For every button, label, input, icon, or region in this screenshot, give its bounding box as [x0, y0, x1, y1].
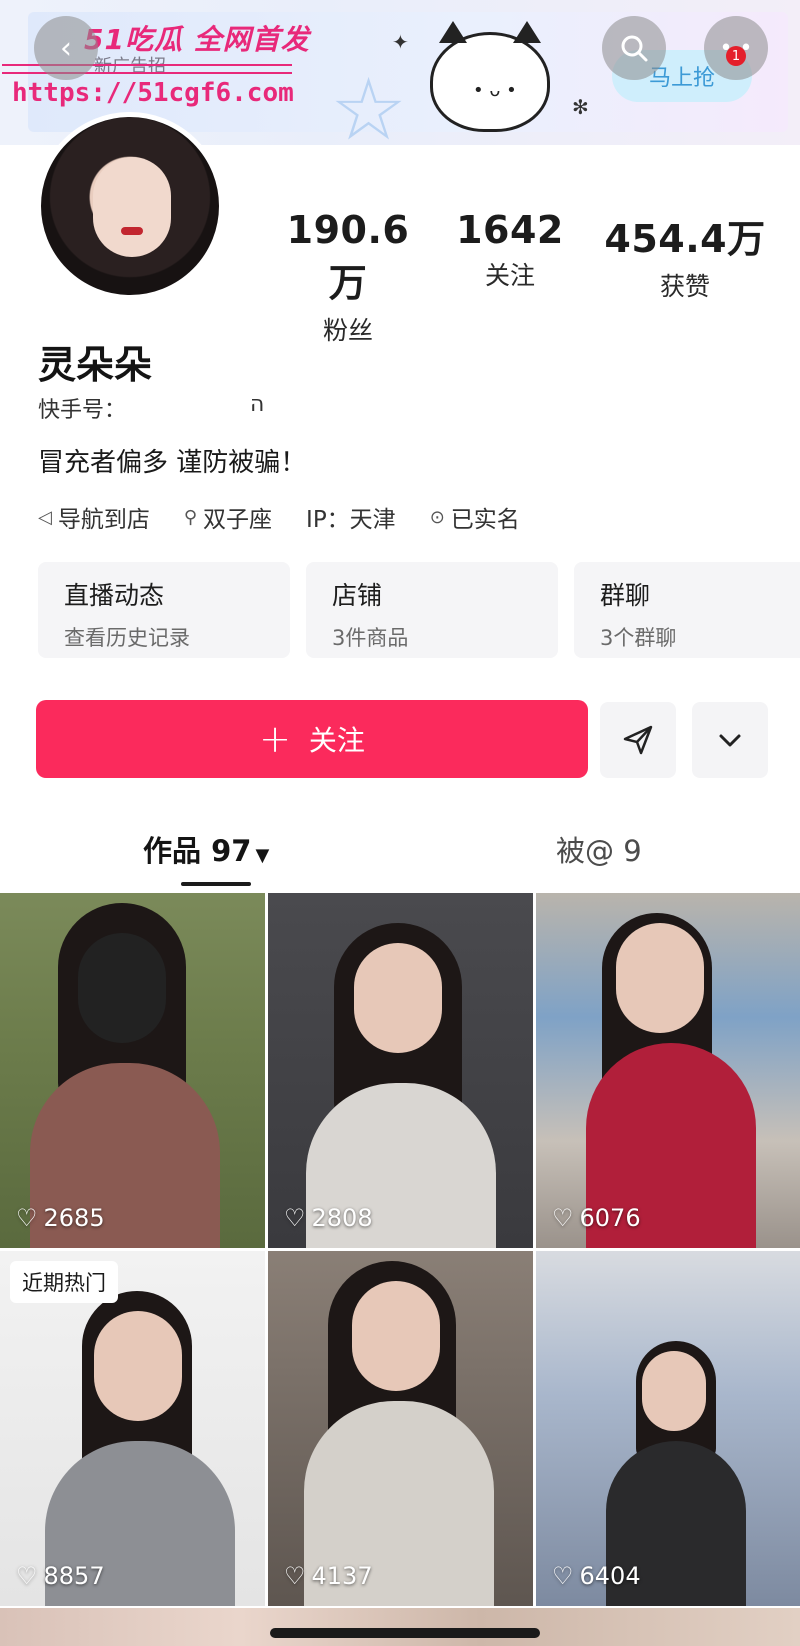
- plus-icon: +: [259, 717, 291, 761]
- card-subtitle: 查看历史记录: [64, 626, 190, 650]
- tag-label: IP：天津: [306, 507, 396, 533]
- profile-name: 灵朵朵: [38, 343, 153, 387]
- kuaishou-id-label: 快手号：: [38, 398, 127, 423]
- cat-face-icon: • ᴗ •: [473, 80, 517, 101]
- figure-head: [354, 943, 442, 1053]
- tag-label: 双子座: [203, 507, 273, 533]
- figure-head: [616, 923, 704, 1033]
- like-count-value: 2808: [311, 1204, 373, 1232]
- heart-icon: ♡: [16, 1204, 38, 1232]
- likes-label: 获赞: [659, 272, 710, 301]
- figure-head: [94, 1311, 182, 1421]
- card-subtitle: 3个群聊: [600, 626, 677, 650]
- card-title: 店铺: [332, 581, 383, 610]
- back-button[interactable]: ‹: [34, 16, 98, 80]
- cat-doodle-icon: • ᴗ •: [430, 21, 550, 132]
- tag-verified: ⊙ 已实名: [430, 500, 520, 534]
- like-count-value: 6404: [579, 1562, 641, 1590]
- avatar-face: [93, 157, 171, 257]
- figure-head: [642, 1351, 706, 1431]
- notification-badge: 1: [726, 46, 746, 66]
- heart-icon: ♡: [552, 1562, 574, 1590]
- heart-icon: ♡: [16, 1562, 38, 1590]
- work-thumbnail[interactable]: ♡ 6404: [536, 1251, 800, 1606]
- work-thumbnail[interactable]: ♡ 6076: [536, 893, 800, 1248]
- stat-fans[interactable]: 190.6万 粉丝: [268, 208, 428, 347]
- figure-head: [352, 1281, 440, 1391]
- like-count: ♡ 6404: [552, 1562, 641, 1590]
- work-thumbnail[interactable]: ♡ 2808: [268, 893, 533, 1248]
- avatar-lips: [121, 227, 143, 235]
- like-count: ♡ 8857: [16, 1562, 105, 1590]
- follow-button[interactable]: + 关注: [36, 700, 588, 778]
- avatar[interactable]: [36, 112, 224, 300]
- heart-icon: ♡: [284, 1204, 306, 1232]
- like-count-value: 8857: [43, 1562, 105, 1590]
- card-live[interactable]: 直播动态 查看历史记录: [38, 562, 290, 658]
- next-row-thumbnails[interactable]: [0, 1608, 800, 1646]
- following-label: 关注: [484, 261, 535, 290]
- tag-label: 导航到店: [57, 507, 150, 533]
- heart-icon: ♡: [284, 1562, 306, 1590]
- card-shop[interactable]: 店铺 3件商品: [306, 562, 558, 658]
- tag-navigate[interactable]: ◁ 导航到店: [38, 500, 150, 534]
- profile-cards: 直播动态 查看历史记录 店铺 3件商品 群聊 3个群聊: [38, 562, 800, 658]
- stat-likes[interactable]: 454.4万 获赞: [600, 208, 770, 303]
- search-icon: [621, 35, 648, 62]
- snowflake-icon: ✻: [572, 95, 589, 119]
- chevron-left-icon: ‹: [60, 30, 72, 66]
- tab-works[interactable]: 作品 97 ▼: [143, 828, 269, 870]
- tag-label: 已实名: [450, 507, 520, 533]
- card-title: 直播动态: [64, 581, 165, 610]
- navigate-icon: ◁: [38, 506, 52, 528]
- send-icon: [623, 725, 653, 755]
- home-indicator[interactable]: [270, 1628, 540, 1638]
- tab-mentioned[interactable]: 被@ 9: [556, 828, 642, 870]
- heart-icon: ♡: [552, 1204, 574, 1232]
- stat-following[interactable]: 1642 关注: [440, 208, 580, 292]
- tab-mentioned-label: 被@ 9: [556, 834, 642, 868]
- tab-works-label: 作品 97: [143, 834, 252, 868]
- card-group-chat[interactable]: 群聊 3个群聊: [574, 562, 800, 658]
- following-count: 1642: [456, 208, 564, 252]
- like-count: ♡ 2808: [284, 1204, 373, 1232]
- card-title: 群聊: [600, 581, 651, 610]
- like-count: ♡ 6076: [552, 1204, 641, 1232]
- like-count: ♡ 4137: [284, 1562, 373, 1590]
- star-decoration-icon: ☆: [330, 60, 408, 145]
- like-count-value: 4137: [311, 1562, 373, 1590]
- kuaishou-id-value[interactable]: ה: [250, 392, 264, 417]
- caret-down-icon: ▼: [255, 845, 270, 866]
- share-button[interactable]: [600, 702, 676, 778]
- search-small-icon: ⚲: [183, 506, 198, 528]
- search-button[interactable]: [602, 16, 666, 80]
- profile-tags: ◁ 导航到店 ⚲ 双子座 IP：天津 ⊙ 已实名: [38, 500, 520, 534]
- work-thumbnail[interactable]: ♡ 2685: [0, 893, 265, 1248]
- figure-mask: [78, 933, 166, 1043]
- work-thumbnail[interactable]: 近期热门 ♡ 8857: [0, 1251, 265, 1606]
- follow-label: 关注: [308, 724, 365, 757]
- like-count: ♡ 2685: [16, 1204, 105, 1232]
- sparkle-icon: ✦: [392, 30, 409, 54]
- tab-active-indicator: [181, 882, 251, 886]
- card-subtitle: 3件商品: [332, 626, 409, 650]
- watermark-url: https://51cgf6.com: [12, 78, 294, 108]
- fans-label: 粉丝: [322, 316, 373, 345]
- work-thumbnail[interactable]: ♡ 4137: [268, 1251, 533, 1606]
- profile-bio: 冒充者偏多 谨防被骗！: [38, 448, 307, 478]
- fans-count: 190.6万: [286, 208, 410, 305]
- expand-button[interactable]: [692, 702, 768, 778]
- tag-zodiac: ⚲ 双子座: [184, 500, 272, 534]
- likes-count: 454.4万: [604, 217, 766, 261]
- like-count-value: 2685: [43, 1204, 105, 1232]
- tag-ip: IP：天津: [306, 500, 396, 534]
- verified-icon: ⊙: [429, 506, 445, 528]
- chevron-down-icon: [719, 734, 741, 747]
- like-count-value: 6076: [579, 1204, 641, 1232]
- hot-badge: 近期热门: [10, 1261, 118, 1303]
